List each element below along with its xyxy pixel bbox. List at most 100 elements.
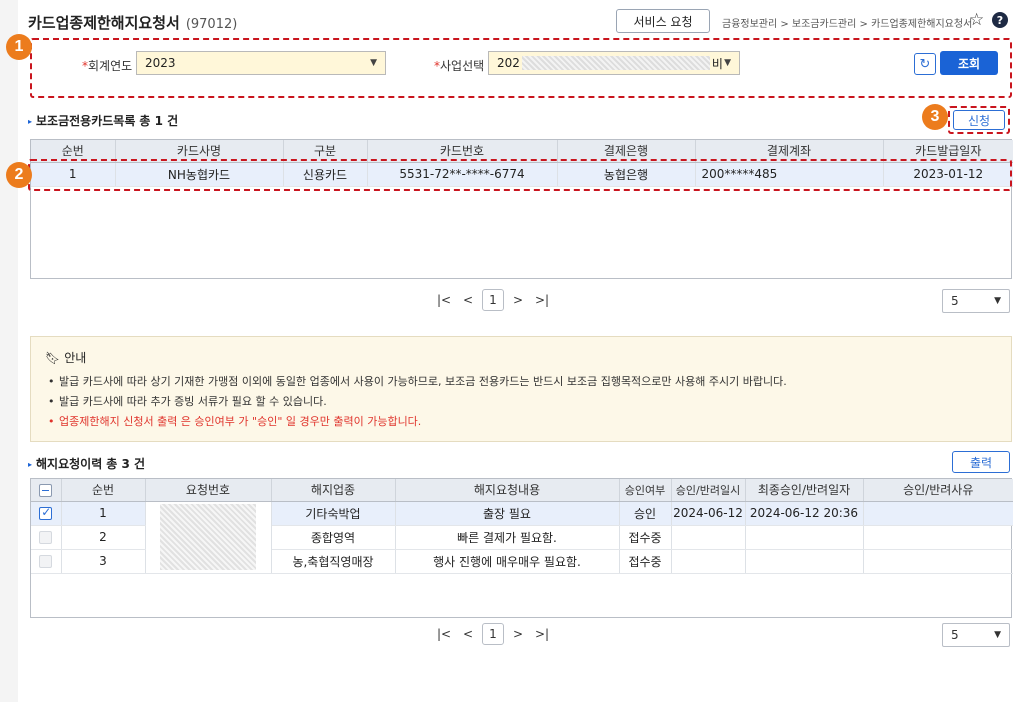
callout-badge-1: 1 [6, 34, 32, 60]
notice-warning: 업종제한해지 신청서 출력 은 승인여부 가 "승인" 일 경우만 출력이 가능… [45, 412, 997, 432]
project-select-label: *사업선택 [434, 59, 485, 73]
cell-status: 접수중 [619, 525, 672, 550]
cell-type: 신용카드 [283, 162, 368, 187]
last-page-icon[interactable]: >| [532, 289, 552, 311]
col-header[interactable]: 해지요청내용 [395, 479, 620, 502]
page-size-value: 5 [951, 628, 959, 642]
cell-category: 농,축협직영매장 [271, 549, 396, 574]
prev-page-icon[interactable]: < [458, 623, 478, 645]
apply-button[interactable]: 신청 [953, 110, 1005, 130]
page-code: (97012) [185, 17, 238, 32]
cell-final-date [745, 549, 864, 574]
project-value-prefix: 202 [497, 56, 520, 70]
first-page-icon[interactable]: |< [434, 623, 454, 645]
cell-datetime: 2024-06-12 [671, 501, 746, 526]
next-page-icon[interactable]: > [508, 289, 528, 311]
cell-content: 빠른 결제가 필요함. [395, 525, 620, 550]
callout-badge-3: 3 [922, 104, 948, 130]
col-header[interactable]: 승인/반려사유 [863, 479, 1013, 502]
cell-status: 승인 [619, 501, 672, 526]
cell-reason [863, 525, 1013, 550]
notice-item: 발급 카드사에 따라 추가 증빙 서류가 필요 할 수 있습니다. [45, 392, 997, 412]
history-title: ▸ 해지요청이력 총 3 건 [28, 457, 146, 471]
card-list-header: 순번 카드사명 구분 카드번호 결제은행 결제계좌 카드발급일자 [31, 140, 1013, 163]
history-pager: |< < 1 > >| [434, 623, 552, 645]
row-checkbox[interactable] [31, 501, 62, 526]
cell-card-number: 5531-72**-****-6774 [367, 162, 558, 187]
chevron-down-icon: ▼ [994, 630, 1001, 640]
select-all-checkbox[interactable] [31, 479, 62, 502]
cell-bank: 농협은행 [557, 162, 696, 187]
breadcrumb: 금융정보관리 > 보조금카드관리 > 카드업종제한해지요청서 [722, 19, 973, 30]
star-icon[interactable]: ☆ [969, 10, 984, 30]
cell-category: 기타숙박업 [271, 501, 396, 526]
table-row[interactable]: 1 NH농협카드 신용카드 5531-72**-****-6774 농협은행 2… [31, 162, 1013, 187]
card-list-grid: 순번 카드사명 구분 카드번호 결제은행 결제계좌 카드발급일자 1 NH농협카… [30, 139, 1013, 279]
help-icon[interactable]: ? [992, 12, 1008, 28]
cell-no: 3 [61, 549, 146, 574]
col-header[interactable]: 카드발급일자 [883, 140, 1013, 163]
card-list-pager: |< < 1 > >| [434, 289, 552, 311]
col-header[interactable]: 결제은행 [557, 140, 696, 163]
query-button[interactable]: 조회 [940, 51, 998, 75]
page-size-select[interactable]: 5 ▼ [942, 289, 1010, 313]
history-grid: 순번 요청번호 해지업종 해지요청내용 승인여부 승인/반려일시 최종승인/반려… [30, 478, 1013, 618]
cell-content: 행사 진행에 매우매우 필요함. [395, 549, 620, 574]
col-header[interactable]: 카드번호 [367, 140, 558, 163]
cell-no: 1 [31, 162, 116, 187]
col-header[interactable]: 요청번호 [145, 479, 272, 502]
section-bullet-icon: ▸ [28, 117, 33, 126]
chevron-down-icon: ▼ [724, 58, 731, 68]
cell-no: 1 [61, 501, 146, 526]
col-header[interactable]: 해지업종 [271, 479, 396, 502]
fiscal-year-select[interactable]: 2023 ▼ [136, 51, 386, 75]
col-header[interactable]: 결제계좌 [695, 140, 884, 163]
col-header[interactable]: 순번 [61, 479, 146, 502]
row-checkbox[interactable] [31, 549, 62, 574]
left-margin [0, 0, 18, 702]
project-select[interactable]: 202 비 ▼ [488, 51, 740, 75]
page-size-value: 5 [951, 294, 959, 308]
masked-project-name [521, 56, 710, 70]
last-page-icon[interactable]: >| [532, 623, 552, 645]
print-button[interactable]: 출력 [952, 451, 1010, 473]
cell-category: 종합영역 [271, 525, 396, 550]
current-page[interactable]: 1 [482, 623, 504, 645]
cell-final-date: 2024-06-12 20:36 [745, 501, 864, 526]
chevron-down-icon: ▼ [994, 296, 1001, 306]
col-header[interactable]: 순번 [31, 140, 116, 163]
table-row[interactable]: 1 기타숙박업 출장 필요 승인 2024-06-12 2024-06-12 2… [31, 501, 1013, 574]
notice-title: 🔖︎ 안내 [45, 350, 87, 366]
history-count: 총 3 건 [106, 457, 146, 471]
card-list-count: 총 1 건 [139, 114, 179, 128]
next-page-icon[interactable]: > [508, 623, 528, 645]
first-page-icon[interactable]: |< [434, 289, 454, 311]
page: 카드업종제한해지요청서 (97012) 서비스 요청 금융정보관리 > 보조금카드… [6, 0, 1024, 702]
fiscal-year-value: 2023 [145, 56, 176, 70]
cell-account: 200*****485 [695, 162, 884, 187]
row-checkbox[interactable] [31, 525, 62, 550]
col-header[interactable]: 승인여부 [619, 479, 672, 502]
page-size-select[interactable]: 5 ▼ [942, 623, 1010, 647]
chevron-down-icon: ▼ [370, 58, 377, 68]
page-title-text: 카드업종제한해지요청서 [28, 14, 180, 32]
col-header[interactable]: 승인/반려일시 [671, 479, 746, 502]
refresh-icon[interactable]: ↻ [914, 53, 936, 75]
current-page[interactable]: 1 [482, 289, 504, 311]
page-title: 카드업종제한해지요청서 (97012) [28, 12, 237, 33]
bookmark-icon: 🔖︎ [45, 350, 61, 365]
prev-page-icon[interactable]: < [458, 289, 478, 311]
service-request-button[interactable]: 서비스 요청 [616, 9, 710, 33]
cell-status: 접수중 [619, 549, 672, 574]
cell-no: 2 [61, 525, 146, 550]
cell-final-date [745, 525, 864, 550]
col-header[interactable]: 최종승인/반려일자 [745, 479, 864, 502]
col-header[interactable]: 카드사명 [115, 140, 284, 163]
notice-item: 발급 카드사에 따라 상기 기재한 가맹점 이외에 동일한 업종에서 사용이 가… [45, 372, 997, 392]
cell-reason [863, 549, 1013, 574]
fiscal-year-label: *회계연도 [82, 59, 133, 73]
cell-issue-date: 2023-01-12 [883, 162, 1013, 187]
notice-box: 🔖︎안내 발급 카드사에 따라 상기 기재한 가맹점 이외에 동일한 업종에서 … [30, 336, 1012, 442]
cell-content: 출장 필요 [395, 501, 620, 526]
col-header[interactable]: 구분 [283, 140, 368, 163]
